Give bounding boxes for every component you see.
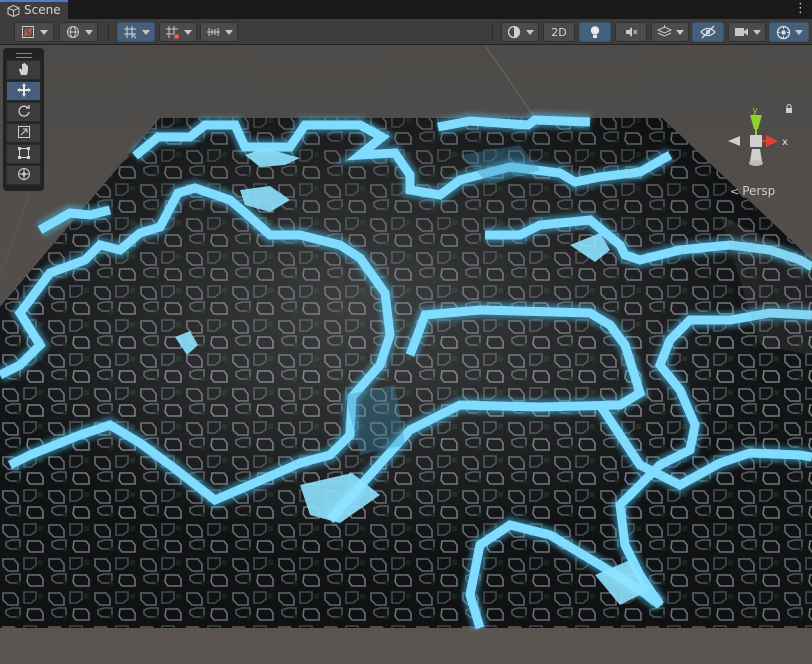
perspective-icon: < bbox=[730, 184, 740, 198]
chevron-down-icon bbox=[753, 29, 761, 35]
chevron-down-icon bbox=[184, 29, 192, 35]
effects-icon bbox=[656, 24, 672, 40]
tab-bar: Scene ⋮ bbox=[0, 0, 812, 19]
move-icon bbox=[16, 82, 32, 101]
scene-tab[interactable]: Scene bbox=[0, 0, 68, 19]
rect-tool[interactable] bbox=[6, 144, 41, 164]
projection-label: Persp bbox=[742, 184, 776, 198]
camera-dropdown[interactable] bbox=[728, 22, 766, 42]
chevron-down-icon bbox=[225, 29, 233, 35]
terrain-render bbox=[0, 45, 812, 631]
rotate-tool[interactable] bbox=[6, 102, 41, 122]
tools-overlay bbox=[3, 48, 44, 191]
scene-visibility-toggle[interactable] bbox=[692, 22, 724, 42]
chevron-down-icon bbox=[795, 29, 803, 35]
toolbar-divider bbox=[492, 24, 493, 40]
lighting-icon bbox=[587, 24, 603, 40]
draw-mode-dropdown[interactable] bbox=[14, 22, 54, 42]
global-local-dropdown[interactable] bbox=[59, 22, 98, 42]
chevron-down-icon bbox=[676, 29, 684, 35]
scene-icon bbox=[7, 4, 20, 17]
gizmo-x-label: x bbox=[782, 137, 788, 148]
transform-tool[interactable] bbox=[6, 165, 41, 185]
transform-icon bbox=[17, 167, 31, 184]
shading-mode-dropdown[interactable] bbox=[501, 22, 539, 42]
grid-snap-toggle[interactable] bbox=[117, 22, 155, 42]
camera-icon bbox=[733, 24, 749, 40]
draw-mode-icon bbox=[20, 24, 36, 40]
effects-dropdown[interactable] bbox=[651, 22, 689, 42]
chevron-down-icon bbox=[142, 29, 150, 35]
hand-icon bbox=[17, 62, 31, 79]
lock-icon[interactable] bbox=[786, 104, 792, 114]
rotate-icon bbox=[17, 104, 31, 121]
snap-settings-icon bbox=[205, 24, 221, 40]
toolbar-divider bbox=[108, 24, 109, 40]
gizmos-icon bbox=[775, 24, 791, 40]
gizmo-y-label: y bbox=[752, 106, 758, 116]
2d-toggle-label: 2D bbox=[551, 25, 567, 39]
gizmos-dropdown[interactable] bbox=[769, 22, 809, 42]
scene-tab-label: Scene bbox=[24, 3, 61, 17]
projection-toggle[interactable]: < Persp bbox=[730, 184, 775, 198]
scene-viewport[interactable]: y x < Persp bbox=[0, 45, 812, 664]
increment-snap-icon bbox=[164, 24, 180, 40]
grid-snap-icon bbox=[122, 24, 138, 40]
increment-snap-dropdown[interactable] bbox=[159, 22, 197, 42]
move-tool[interactable] bbox=[6, 81, 41, 101]
scene-toolbar: 2D bbox=[0, 19, 812, 45]
audio-mute-icon bbox=[623, 24, 639, 40]
audio-toggle[interactable] bbox=[615, 22, 647, 42]
chevron-down-icon bbox=[40, 29, 48, 35]
snap-settings-dropdown[interactable] bbox=[200, 22, 238, 42]
chevron-down-icon bbox=[526, 29, 534, 35]
hand-tool[interactable] bbox=[6, 60, 41, 80]
2d-toggle[interactable]: 2D bbox=[543, 22, 575, 42]
kebab-menu-icon[interactable]: ⋮ bbox=[794, 0, 807, 19]
rect-icon bbox=[17, 146, 31, 163]
chevron-down-icon bbox=[84, 29, 93, 35]
orientation-gizmo[interactable]: y x bbox=[720, 103, 808, 175]
lighting-toggle[interactable] bbox=[579, 22, 611, 42]
scale-icon bbox=[17, 125, 31, 142]
visibility-icon bbox=[700, 24, 716, 40]
shading-mode-icon bbox=[506, 24, 522, 40]
scale-tool[interactable] bbox=[6, 123, 41, 143]
global-local-icon bbox=[65, 24, 81, 40]
overlay-drag-handle[interactable] bbox=[6, 51, 41, 59]
